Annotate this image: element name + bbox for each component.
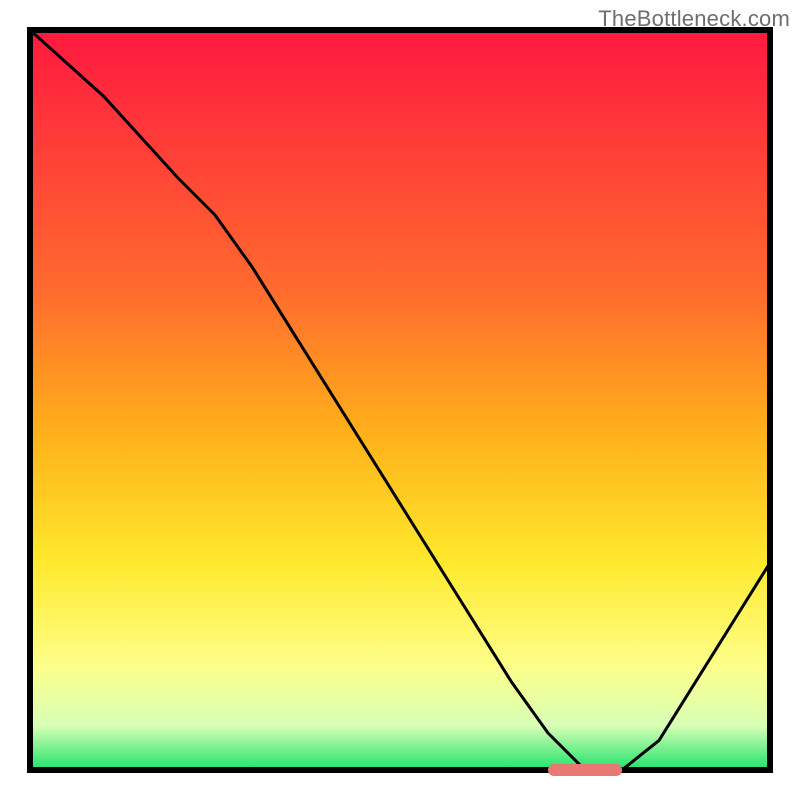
plot-background bbox=[30, 30, 770, 770]
optimal-range-marker bbox=[548, 764, 622, 776]
watermark-text: TheBottleneck.com bbox=[598, 6, 790, 32]
chart-container: TheBottleneck.com bbox=[0, 0, 800, 800]
bottleneck-chart bbox=[0, 0, 800, 800]
